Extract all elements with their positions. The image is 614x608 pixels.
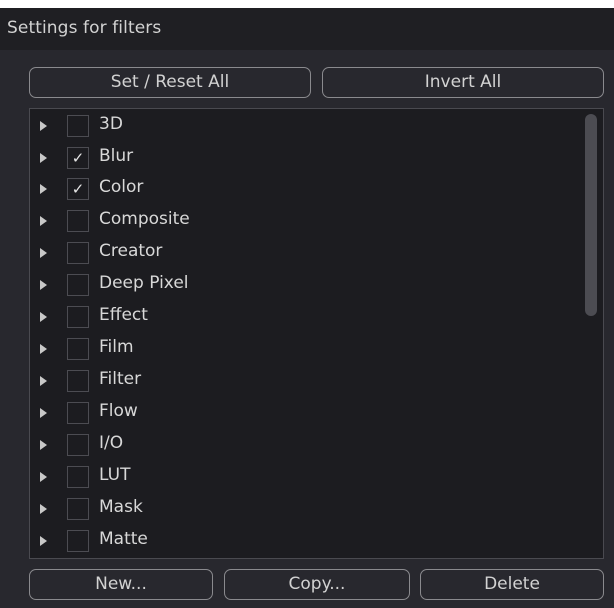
- filter-label: Matte: [99, 529, 148, 549]
- filter-row-deep-pixel[interactable]: Deep Pixel: [30, 270, 570, 300]
- filter-row-flow[interactable]: Flow: [30, 398, 570, 428]
- checkmark-icon: [68, 403, 88, 423]
- filter-label: Filter: [99, 369, 142, 389]
- expand-chevron-right-icon[interactable]: [40, 248, 47, 258]
- checkmark-icon: [68, 307, 88, 327]
- filter-row-lut[interactable]: LUT: [30, 462, 570, 492]
- filter-label: Deep Pixel: [99, 273, 189, 293]
- expand-chevron-right-icon[interactable]: [40, 344, 47, 354]
- checkmark-icon: [68, 499, 88, 519]
- expand-chevron-right-icon[interactable]: [40, 216, 47, 226]
- expand-chevron-right-icon[interactable]: [40, 408, 47, 418]
- filter-row-mask[interactable]: Mask: [30, 494, 570, 524]
- filter-checkbox[interactable]: [67, 370, 89, 392]
- filter-checkbox[interactable]: ✓: [67, 178, 89, 200]
- filter-label: 3D: [99, 114, 123, 134]
- checkmark-icon: [68, 243, 88, 263]
- expand-chevron-right-icon[interactable]: [40, 184, 47, 194]
- filter-row-composite[interactable]: Composite: [30, 206, 570, 236]
- filter-label: LUT: [99, 465, 131, 485]
- checkmark-icon: [68, 116, 88, 136]
- filter-checkbox[interactable]: [67, 115, 89, 137]
- filter-row-color[interactable]: ✓ Color: [30, 174, 570, 204]
- filter-label: Color: [99, 177, 144, 197]
- invert-all-button[interactable]: Invert All: [322, 67, 604, 98]
- checkmark-icon: ✓: [71, 180, 85, 198]
- filter-row-effect[interactable]: Effect: [30, 302, 570, 332]
- filter-checkbox[interactable]: [67, 338, 89, 360]
- filter-checkbox[interactable]: [67, 210, 89, 232]
- filter-row-io[interactable]: I/O: [30, 430, 570, 460]
- filter-row-filter[interactable]: Filter: [30, 366, 570, 396]
- filter-checkbox[interactable]: [67, 434, 89, 456]
- filter-label: Composite: [99, 209, 190, 229]
- expand-chevron-right-icon[interactable]: [40, 504, 47, 514]
- checkmark-icon: [68, 467, 88, 487]
- expand-chevron-right-icon[interactable]: [40, 440, 47, 450]
- list-scrollbar[interactable]: [585, 114, 597, 316]
- copy-button[interactable]: Copy...: [224, 569, 410, 600]
- filter-checkbox[interactable]: [67, 498, 89, 520]
- filter-checkbox[interactable]: [67, 530, 89, 552]
- filter-label: Film: [99, 337, 134, 357]
- filter-row-creator[interactable]: Creator: [30, 238, 570, 268]
- expand-chevron-right-icon[interactable]: [40, 376, 47, 386]
- new-button[interactable]: New...: [29, 569, 213, 600]
- filter-checkbox[interactable]: [67, 274, 89, 296]
- checkmark-icon: [68, 275, 88, 295]
- checkmark-icon: ✓: [71, 149, 85, 167]
- expand-chevron-right-icon[interactable]: [40, 536, 47, 546]
- filter-checkbox[interactable]: [67, 466, 89, 488]
- panel-header: Settings for filters: [0, 8, 614, 50]
- filter-row-blur[interactable]: ✓ Blur: [30, 143, 570, 173]
- filter-label: Creator: [99, 241, 163, 261]
- filter-checkbox[interactable]: [67, 242, 89, 264]
- set-reset-all-button[interactable]: Set / Reset All: [29, 67, 311, 98]
- filter-label: Flow: [99, 401, 138, 421]
- expand-chevron-right-icon[interactable]: [40, 312, 47, 322]
- filter-label: Mask: [99, 497, 143, 517]
- filter-row-film[interactable]: Film: [30, 334, 570, 364]
- filter-checkbox[interactable]: ✓: [67, 147, 89, 169]
- expand-chevron-right-icon[interactable]: [40, 121, 47, 131]
- checkmark-icon: [68, 371, 88, 391]
- panel-title: Settings for filters: [7, 18, 162, 38]
- filter-label: Effect: [99, 305, 148, 325]
- checkmark-icon: [68, 435, 88, 455]
- expand-chevron-right-icon[interactable]: [40, 153, 47, 163]
- filter-category-list[interactable]: 3D ✓ Blur ✓ Color Composite Creator Deep…: [29, 108, 604, 559]
- checkmark-icon: [68, 211, 88, 231]
- expand-chevron-right-icon[interactable]: [40, 472, 47, 482]
- filter-row-matte[interactable]: Matte: [30, 526, 570, 556]
- filter-row-3d[interactable]: 3D: [30, 111, 570, 141]
- expand-chevron-right-icon[interactable]: [40, 280, 47, 290]
- filter-label: Blur: [99, 146, 134, 166]
- filter-checkbox[interactable]: [67, 306, 89, 328]
- filter-checkbox[interactable]: [67, 402, 89, 424]
- filter-label: I/O: [99, 433, 124, 453]
- checkmark-icon: [68, 339, 88, 359]
- delete-button[interactable]: Delete: [420, 569, 604, 600]
- checkmark-icon: [68, 531, 88, 551]
